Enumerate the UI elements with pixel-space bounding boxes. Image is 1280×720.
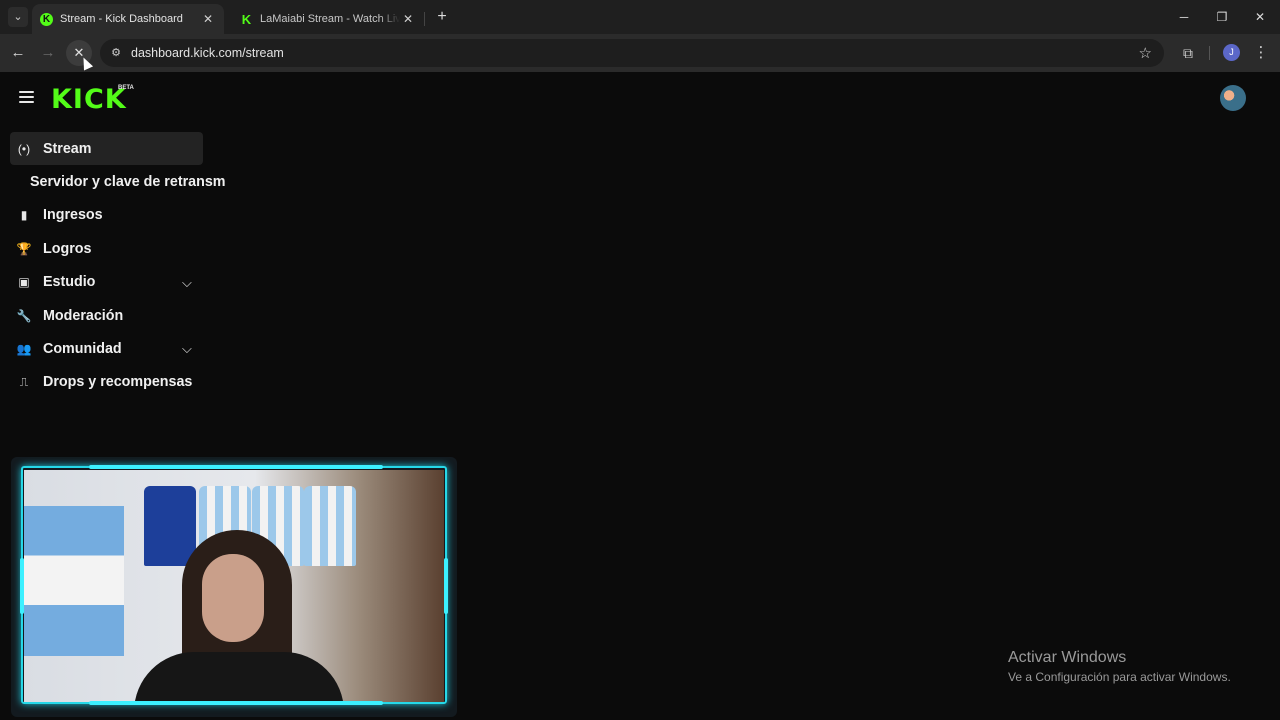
sidebar-item-label: Ingresos [43, 207, 103, 224]
tab-search-icon[interactable]: ⌄ [8, 7, 28, 27]
watermark-subtitle: Ve a Configuración para activar Windows. [1008, 670, 1231, 684]
sidebar-item-estudio[interactable]: ▣ Estudio ⌵ [10, 266, 230, 299]
sidebar-item-label: Moderación [43, 307, 124, 324]
window-close-icon[interactable]: ✕ [1248, 8, 1272, 26]
sidebar-item-label: Stream [43, 140, 92, 157]
back-arrow-icon[interactable]: ← [8, 43, 28, 63]
tab-close-icon[interactable]: ✕ [200, 12, 216, 26]
drops-icon: ⎍ [19, 374, 29, 389]
kick-favicon-icon: K [40, 12, 53, 26]
sidebar-item-label: Estudio [43, 274, 96, 291]
sidebar-item-ingresos[interactable]: ▮ Ingresos [10, 199, 230, 232]
url-text[interactable]: dashboard.kick.com/stream [131, 46, 284, 60]
chevron-down-icon[interactable]: ⌵ [182, 341, 192, 357]
bookmark-star-icon[interactable]: ☆ [1139, 44, 1152, 62]
logo-text: KICK [51, 84, 127, 115]
kick-favicon-icon: K [241, 11, 252, 27]
tab-title: LaMaiabi Stream - Watch Live o [260, 13, 400, 25]
hamburger-menu-icon[interactable] [19, 91, 34, 103]
restore-icon[interactable]: ❐ [1210, 8, 1234, 26]
beta-badge: BETA [118, 85, 134, 91]
sidebar-item-stream[interactable]: (•) Stream [10, 132, 203, 166]
browser-tabstrip: ⌄ K Stream - Kick Dashboard ✕ K LaMaiabi… [0, 0, 1280, 34]
watermark-title: Activar Windows [1008, 649, 1127, 666]
chevron-down-icon[interactable]: ⌵ [182, 275, 192, 291]
browser-toolbar: ← → ✕ ⚙ dashboard.kick.com/stream ☆ ⧉ J … [0, 34, 1280, 72]
sidebar-item-moderacion[interactable]: 🔧 Moderación [10, 299, 230, 332]
windows-activation-watermark: Activar Windows Ve a Configuración para … [1008, 649, 1231, 684]
sidebar-nav: (•) Stream Servidor y clave de retransm … [10, 132, 230, 399]
chart-icon: ▮ [20, 208, 28, 223]
sidebar-item-label: Drops y recompensas [43, 374, 193, 391]
kick-logo[interactable]: KICK BETA [51, 84, 134, 115]
extensions-puzzle-icon[interactable]: ⧉ [1178, 43, 1198, 63]
tab-lamaiabi-stream[interactable]: K LaMaiabi Stream - Watch Live o ✕ [232, 4, 424, 34]
user-avatar[interactable] [1220, 85, 1246, 111]
studio-icon: ▣ [18, 275, 30, 290]
tab-title: Stream - Kick Dashboard [60, 13, 183, 25]
minimize-icon[interactable]: ─ [1172, 8, 1196, 26]
sidebar-item-comunidad[interactable]: 👥 Comunidad ⌵ [10, 332, 230, 365]
site-info-icon[interactable]: ⚙ [108, 45, 124, 61]
forward-arrow-icon[interactable]: → [38, 43, 58, 63]
sidebar-item-drops[interactable]: ⎍ Drops y recompensas [10, 366, 230, 399]
webcam-overlay [11, 457, 457, 717]
address-bar[interactable]: ⚙ dashboard.kick.com/stream ☆ [100, 39, 1164, 67]
sidebar-item-label: Logros [43, 240, 92, 257]
sidebar-item-label: Servidor y clave de retransm [30, 174, 226, 191]
community-icon: 👥 [16, 342, 32, 357]
sidebar-item-label: Comunidad [43, 341, 122, 358]
dashboard-page: KICK BETA (•) Stream Servidor y clave de… [0, 72, 1280, 720]
webcam-neon-frame [20, 465, 448, 705]
sidebar-item-logros[interactable]: 🏆 Logros [10, 232, 230, 265]
toolbar-divider [1209, 46, 1210, 60]
tab-divider [424, 12, 425, 26]
trophy-icon: 🏆 [16, 241, 32, 256]
tab-close-icon[interactable]: ✕ [400, 12, 416, 26]
broadcast-icon: (•) [17, 141, 31, 156]
new-tab-plus-icon[interactable]: + [432, 8, 452, 26]
profile-avatar[interactable]: J [1223, 44, 1240, 61]
browser-menu-kebab-icon[interactable]: ⋮ [1252, 43, 1270, 63]
tab-stream-dashboard[interactable]: K Stream - Kick Dashboard ✕ [32, 4, 224, 34]
wrench-icon: 🔧 [16, 308, 32, 323]
sidebar-item-server-key[interactable]: Servidor y clave de retransm [10, 165, 230, 198]
